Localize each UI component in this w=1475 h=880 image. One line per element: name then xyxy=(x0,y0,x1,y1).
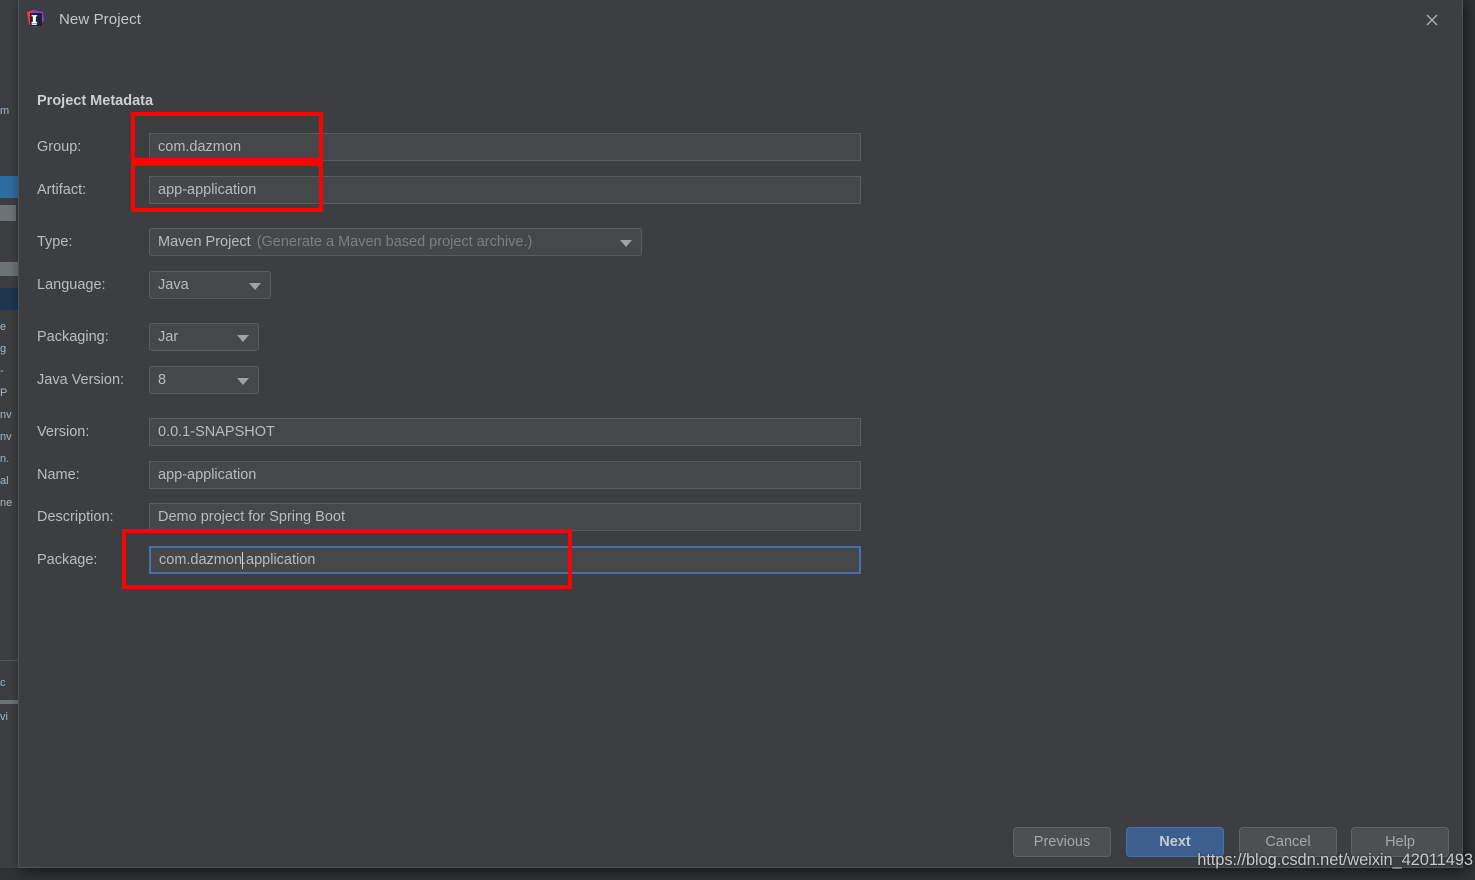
previous-button[interactable]: Previous xyxy=(1013,827,1111,857)
package-value-before-caret: com.dazmon xyxy=(159,552,243,568)
packaging-value: Jar xyxy=(158,329,179,345)
form-row-artifact: Artifact: app-application xyxy=(37,176,867,204)
type-hint: (Generate a Maven based project archive.… xyxy=(256,234,533,250)
type-label: Type: xyxy=(37,234,73,250)
chevron-down-icon xyxy=(249,283,261,290)
type-value: Maven Project xyxy=(158,234,251,250)
java-version-value: 8 xyxy=(158,372,167,388)
version-input[interactable]: 0.0.1-SNAPSHOT xyxy=(149,418,861,446)
desktop-right-strip xyxy=(1463,0,1475,880)
type-combobox[interactable]: Maven Project (Generate a Maven based pr… xyxy=(149,228,642,256)
form-row-language: Language: Java xyxy=(37,271,271,299)
group-label: Group: xyxy=(37,139,82,155)
description-label: Description: xyxy=(37,509,114,525)
name-label: Name: xyxy=(37,467,80,483)
chevron-down-icon xyxy=(620,240,632,247)
form-row-name: Name: app-application xyxy=(37,461,867,489)
dialog-titlebar: New Project xyxy=(19,0,1462,38)
artifact-label: Artifact: xyxy=(37,182,87,198)
language-value: Java xyxy=(158,277,189,293)
dialog-title: New Project xyxy=(59,10,141,28)
language-combobox[interactable]: Java xyxy=(149,271,271,299)
java-version-label: Java Version: xyxy=(37,372,125,388)
screen: m e g - P nv nv n. al ne c vi New Projec… xyxy=(0,0,1475,880)
packaging-combobox[interactable]: Jar xyxy=(149,323,259,351)
form-row-version: Version: 0.0.1-SNAPSHOT xyxy=(37,418,867,446)
form-row-group: Group: com.dazmon xyxy=(37,133,867,161)
backdrop-shape xyxy=(0,262,18,276)
form-row-type: Type: Maven Project (Generate a Maven ba… xyxy=(37,228,667,256)
description-input[interactable]: Demo project for Spring Boot xyxy=(149,503,861,531)
name-input[interactable]: app-application xyxy=(149,461,861,489)
new-project-dialog: New Project Project Metadata Group: com.… xyxy=(18,0,1463,868)
watermark-text: https://blog.csdn.net/weixin_42011493 xyxy=(1197,851,1473,869)
java-version-combobox[interactable]: 8 xyxy=(149,366,259,394)
form-row-package: Package: com.dazmon .application xyxy=(37,546,867,574)
intellij-idea-icon xyxy=(25,9,45,29)
section-heading: Project Metadata xyxy=(37,93,154,109)
package-value-after-caret: .application xyxy=(242,552,316,568)
group-input[interactable]: com.dazmon xyxy=(149,133,861,161)
form-row-packaging: Packaging: Jar xyxy=(37,323,259,351)
package-label: Package: xyxy=(37,552,98,568)
packaging-label: Packaging: xyxy=(37,329,109,345)
version-label: Version: xyxy=(37,424,90,440)
chevron-down-icon xyxy=(237,335,249,342)
package-input[interactable]: com.dazmon .application xyxy=(149,546,861,574)
artifact-input[interactable]: app-application xyxy=(149,176,861,204)
language-label: Language: xyxy=(37,277,106,293)
form-row-java-version: Java Version: 8 xyxy=(37,366,259,394)
backdrop-shape xyxy=(0,205,16,221)
close-icon[interactable] xyxy=(1420,8,1444,32)
chevron-down-icon xyxy=(237,378,249,385)
dialog-content: Project Metadata Group: com.dazmon Artif… xyxy=(19,38,1462,868)
form-row-description: Description: Demo project for Spring Boo… xyxy=(37,503,867,531)
